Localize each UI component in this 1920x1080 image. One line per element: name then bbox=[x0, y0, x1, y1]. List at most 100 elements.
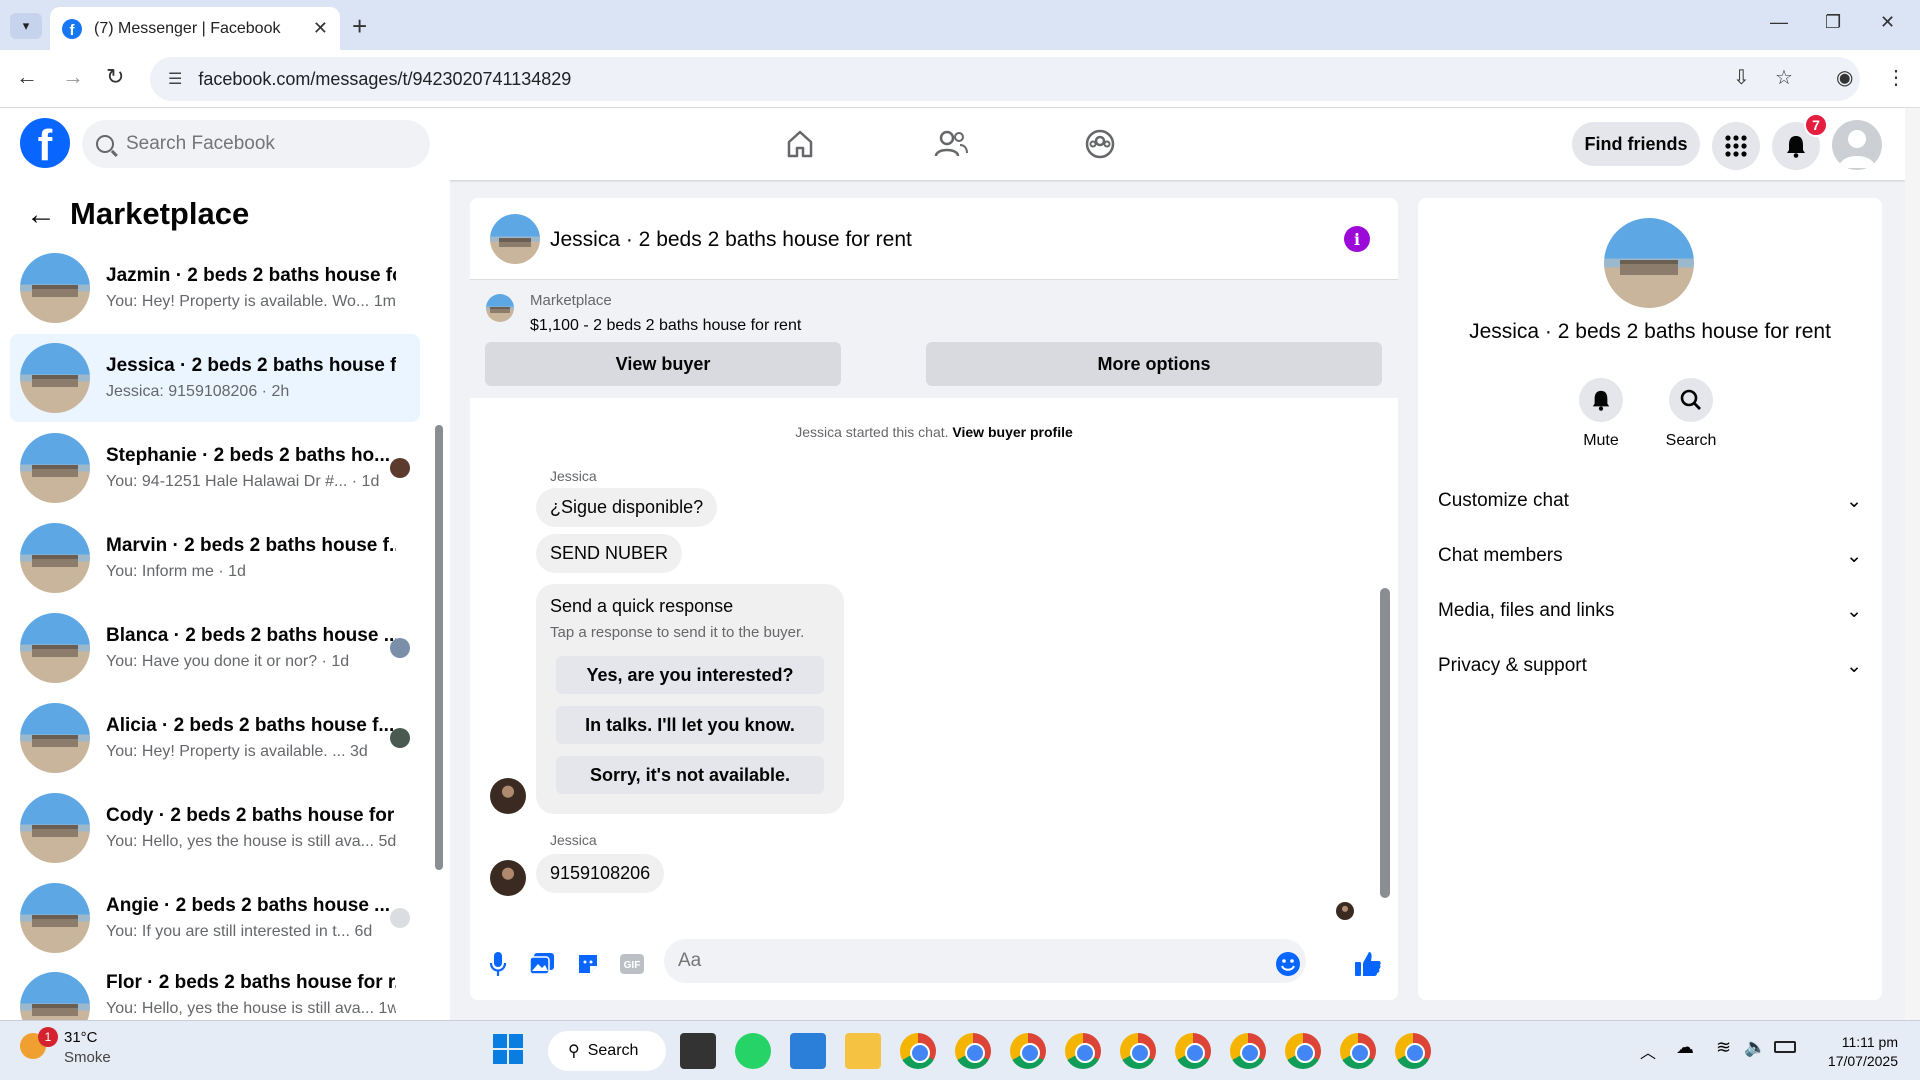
conversation-name: Alicia · 2 beds 2 baths house f... bbox=[106, 715, 395, 736]
message-bubble[interactable]: ¿Sigue disponible? bbox=[536, 488, 718, 527]
conversation-item[interactable]: Alicia · 2 beds 2 baths house f... You: … bbox=[10, 694, 420, 782]
task-view-icon[interactable] bbox=[680, 1033, 716, 1069]
site-info-icon[interactable]: ☰ bbox=[168, 69, 182, 89]
facebook-logo-icon[interactable]: f bbox=[20, 118, 70, 168]
facebook-header: f Find friends bbox=[0, 108, 1905, 180]
conversation-time: 5d bbox=[378, 833, 396, 850]
conversation-item[interactable]: Stephanie · 2 beds 2 baths ho... You: 94… bbox=[10, 424, 420, 512]
profile-icon[interactable]: ◉ bbox=[1836, 65, 1853, 90]
volume-icon[interactable]: 🔈 bbox=[1744, 1037, 1766, 1058]
start-windows-icon[interactable] bbox=[492, 1033, 524, 1065]
taskbar-search[interactable]: ⚲ Search bbox=[548, 1031, 666, 1071]
chrome-icon[interactable] bbox=[1285, 1033, 1321, 1069]
url-text[interactable]: facebook.com/messages/t/9423020741134829 bbox=[198, 69, 571, 90]
start-note-text: Jessica started this chat. bbox=[795, 424, 949, 440]
sender-avatar[interactable] bbox=[490, 778, 526, 814]
minimize-icon[interactable]: — bbox=[1770, 12, 1788, 33]
message-bubble[interactable]: SEND NUBER bbox=[536, 534, 683, 573]
page-scrollbar[interactable] bbox=[1905, 108, 1920, 1020]
listing-thumbnail bbox=[20, 972, 90, 1020]
account-avatar[interactable] bbox=[1832, 120, 1882, 170]
home-icon[interactable] bbox=[782, 126, 818, 162]
install-app-icon[interactable]: ⇩ bbox=[1733, 65, 1750, 90]
friends-icon[interactable] bbox=[933, 126, 969, 162]
chrome-icon[interactable] bbox=[1230, 1033, 1266, 1069]
new-tab-icon[interactable]: + bbox=[352, 11, 367, 42]
chat-scrollbar[interactable] bbox=[1380, 588, 1390, 898]
message-bubble[interactable]: 9159108206 bbox=[536, 854, 665, 893]
facebook-search[interactable] bbox=[82, 120, 430, 168]
mute-button[interactable]: Mute bbox=[1561, 378, 1641, 450]
tray-chevron-up-icon[interactable]: ︿ bbox=[1640, 1039, 1656, 1063]
omnibox[interactable]: ☰ facebook.com/messages/t/94230207411348… bbox=[150, 57, 1860, 101]
chrome-icon[interactable] bbox=[955, 1033, 991, 1069]
find-friends-button[interactable]: Find friends bbox=[1572, 122, 1700, 166]
bookmark-star-icon[interactable]: ☆ bbox=[1775, 65, 1793, 90]
back-icon[interactable]: ← bbox=[16, 64, 38, 90]
restore-icon[interactable]: ❐ bbox=[1825, 12, 1841, 33]
like-thumb-icon[interactable] bbox=[1354, 950, 1382, 978]
battery-icon[interactable] bbox=[1774, 1041, 1796, 1053]
menu-kebab-icon[interactable]: ⋮ bbox=[1886, 65, 1906, 90]
back-arrow-icon[interactable]: ← bbox=[26, 198, 56, 232]
chrome-icon[interactable] bbox=[1340, 1033, 1376, 1069]
emoji-icon[interactable] bbox=[1274, 950, 1302, 978]
sidebar-scrollbar[interactable] bbox=[435, 425, 443, 870]
chrome-icon[interactable] bbox=[1175, 1033, 1211, 1069]
reload-icon[interactable]: ↻ bbox=[106, 64, 124, 90]
chrome-icon[interactable] bbox=[1120, 1033, 1156, 1069]
search-conversation-button[interactable]: Search bbox=[1651, 378, 1731, 450]
menu-grid-icon[interactable] bbox=[1712, 122, 1760, 170]
quick-response-option[interactable]: Sorry, it's not available. bbox=[556, 756, 824, 794]
browser-tab[interactable]: f (7) Messenger | Facebook ✕ bbox=[50, 7, 340, 50]
notepad-icon[interactable] bbox=[790, 1033, 826, 1069]
conversation-preview: You: Have you done it or nor? bbox=[106, 653, 318, 670]
conversation-item[interactable]: Angie · 2 beds 2 baths house ... You: If… bbox=[10, 874, 420, 962]
microphone-icon[interactable] bbox=[484, 950, 512, 978]
quick-response-option[interactable]: Yes, are you interested? bbox=[556, 656, 824, 694]
chat-members-section[interactable]: Chat members ⌄ bbox=[1438, 536, 1862, 576]
conversation-item[interactable]: Marvin · 2 beds 2 baths house f... You: … bbox=[10, 514, 420, 602]
photo-icon[interactable] bbox=[528, 950, 556, 978]
chat-title[interactable]: Jessica · 2 beds 2 baths house for rent bbox=[550, 228, 912, 252]
view-buyer-profile-link[interactable]: View buyer profile bbox=[952, 424, 1072, 440]
conversation-item[interactable]: Flor · 2 beds 2 baths house for r... You… bbox=[10, 964, 420, 1020]
conversation-item[interactable]: Cody · 2 beds 2 baths house for ... You:… bbox=[10, 784, 420, 872]
conversation-time: 6d bbox=[354, 923, 373, 940]
search-input[interactable] bbox=[126, 133, 406, 155]
sticker-icon[interactable] bbox=[574, 950, 602, 978]
window-close-icon[interactable]: ✕ bbox=[1880, 12, 1895, 33]
more-options-button[interactable]: More options bbox=[926, 342, 1382, 386]
message-input[interactable] bbox=[664, 939, 1306, 983]
file-explorer-icon[interactable] bbox=[845, 1033, 881, 1069]
conversation-item[interactable]: Blanca · 2 beds 2 baths house ... You: H… bbox=[10, 604, 420, 692]
chrome-icon[interactable] bbox=[1010, 1033, 1046, 1069]
close-tab-icon[interactable]: ✕ bbox=[313, 18, 328, 39]
chrome-icon-active[interactable] bbox=[1395, 1033, 1431, 1069]
sender-avatar[interactable] bbox=[490, 860, 526, 896]
wifi-icon[interactable]: ≋ bbox=[1716, 1037, 1731, 1058]
onedrive-icon[interactable]: ☁ bbox=[1676, 1037, 1694, 1058]
conversation-time: 2h bbox=[271, 383, 290, 400]
chrome-icon[interactable] bbox=[900, 1033, 936, 1069]
conversation-item-selected[interactable]: Jessica · 2 beds 2 baths house fo... Jes… bbox=[10, 334, 420, 422]
quick-response-option[interactable]: In talks. I'll let you know. bbox=[556, 706, 824, 744]
details-avatar[interactable] bbox=[1604, 218, 1694, 308]
media-files-section[interactable]: Media, files and links ⌄ bbox=[1438, 591, 1862, 631]
listing-price[interactable]: $1,100 - 2 beds 2 baths house for rent bbox=[530, 317, 801, 335]
listing-thumbnail bbox=[20, 343, 90, 413]
chrome-icon[interactable] bbox=[1065, 1033, 1101, 1069]
tab-list-button[interactable]: ▾ bbox=[10, 13, 42, 39]
chat-avatar[interactable] bbox=[490, 214, 540, 264]
gif-icon[interactable]: GIF bbox=[618, 950, 646, 978]
system-clock[interactable]: 11:11 pm 17/07/2025 bbox=[1828, 1033, 1898, 1071]
forward-icon[interactable]: → bbox=[62, 64, 84, 90]
privacy-support-section[interactable]: Privacy & support ⌄ bbox=[1438, 646, 1862, 686]
groups-icon[interactable] bbox=[1082, 126, 1118, 162]
read-receipt-avatar bbox=[1336, 902, 1354, 920]
customize-chat-section[interactable]: Customize chat ⌄ bbox=[1438, 481, 1862, 521]
whatsapp-icon[interactable] bbox=[735, 1033, 771, 1069]
info-icon[interactable]: i bbox=[1344, 226, 1370, 252]
conversation-item[interactable]: Jazmin · 2 beds 2 baths house fo... You:… bbox=[10, 244, 420, 332]
view-buyer-button[interactable]: View buyer bbox=[485, 342, 841, 386]
